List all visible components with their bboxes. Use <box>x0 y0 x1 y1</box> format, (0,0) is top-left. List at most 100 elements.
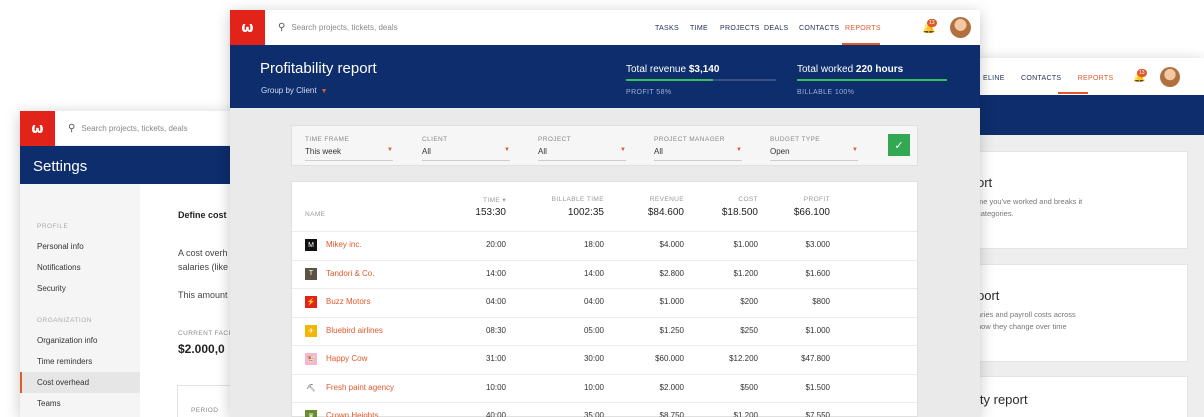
column-header-time[interactable]: TIME ▾ <box>426 196 506 204</box>
row-billable-time: 18:00 <box>583 240 604 249</box>
group-by-dropdown[interactable]: Group by Client ▼ <box>261 86 328 95</box>
row-revenue: $1.250 <box>659 325 684 335</box>
nav-item-contacts[interactable]: CONTACTS <box>799 25 839 32</box>
buzz-logo-icon: ⚡ <box>305 296 317 308</box>
sidebar-item-notifications[interactable]: Notifications <box>20 257 140 278</box>
table-row[interactable]: T Tandori & Co. 14:00 14:00 $2.800 $1.200 $1.6… <box>292 259 917 289</box>
avatar[interactable] <box>1160 67 1180 87</box>
brand-logo-icon[interactable]: ω <box>20 111 55 146</box>
row-cost: $1.200 <box>733 411 758 417</box>
reports-nav: ELINE CONTACTS REPORTS <box>983 75 1127 82</box>
table-row[interactable]: ♛ Crown Heights 40:00 35:00 $8.750 $1.200 $7.5… <box>292 402 917 417</box>
nav-item-reports[interactable]: REPORTS <box>845 25 881 32</box>
report-card-desc: categories. <box>977 209 1014 218</box>
row-time: 10:00 <box>485 382 506 392</box>
filter-value: All <box>538 147 547 156</box>
row-time: 08:30 <box>485 325 506 335</box>
sidebar-item-personal-info[interactable]: Personal info <box>20 236 140 257</box>
description-line: This amount <box>178 290 228 300</box>
row-profit: $1.500 <box>805 382 830 392</box>
revenue-progress-fill <box>626 79 713 81</box>
filter-underline <box>770 160 858 161</box>
row-billable-time: 05:00 <box>583 325 604 335</box>
filter-project[interactable]: PROJECT All ▼ <box>538 126 626 165</box>
report-card[interactable]: ort me you've worked and breaks it categ… <box>966 151 1188 249</box>
table-row[interactable]: ⛏ Fresh paint agency 10:00 10:00 $2.000 $500 $… <box>292 373 917 403</box>
column-header-billable-time[interactable]: BILLABLE TIME <box>524 196 604 203</box>
sidebar-item-cost-overhead[interactable]: Cost overhead <box>20 372 140 393</box>
row-billable-time: 04:00 <box>583 297 604 306</box>
report-card-desc: aries and payroll costs across <box>977 310 1076 319</box>
worked-progress-bar <box>797 79 947 81</box>
report-card-title: ity report <box>977 392 1028 407</box>
caret-down-icon: ▼ <box>387 147 393 153</box>
filter-value: This week <box>305 147 342 156</box>
filter-time-frame[interactable]: TIME FRAME This week ▼ <box>305 126 393 165</box>
column-header-profit[interactable]: PROFIT <box>750 196 830 203</box>
caret-down-icon: ▼ <box>736 147 742 153</box>
nav-item-tasks[interactable]: TASKS <box>655 25 679 32</box>
nav-item-timeline[interactable]: ELINE <box>983 75 1005 82</box>
sidebar-item-time-reminders[interactable]: Time reminders <box>20 351 140 372</box>
avatar[interactable] <box>950 17 971 38</box>
report-card-desc: me you've worked and breaks it <box>977 197 1083 206</box>
row-revenue: $1.000 <box>659 297 684 306</box>
filter-project-manager[interactable]: PROJECT MANAGER All ▼ <box>654 126 742 165</box>
client-name-link[interactable]: Buzz Motors <box>326 297 370 306</box>
report-card[interactable]: port aries and payroll costs across how … <box>966 264 1188 362</box>
apply-filters-button[interactable]: ✓ <box>888 134 910 156</box>
crown-heights-logo-icon: ♛ <box>305 410 317 417</box>
table-row[interactable]: ⚡ Buzz Motors 04:00 04:00 $1.000 $200 $800 <box>292 288 917 317</box>
report-card[interactable]: ity report <box>966 376 1188 417</box>
nav-item-projects[interactable]: PROJECTS <box>720 25 760 32</box>
happy-cow-logo-icon: 🐮 <box>305 353 317 365</box>
table-row[interactable]: 🐮 Happy Cow 31:00 30:00 $60.000 $12.200 $47.80… <box>292 345 917 374</box>
client-name-link[interactable]: Happy Cow <box>326 354 367 363</box>
row-cost: $1.000 <box>733 240 758 249</box>
filter-client[interactable]: CLIENT All ▼ <box>422 126 510 165</box>
sidebar-item-security[interactable]: Security <box>20 278 140 299</box>
nav-item-reports[interactable]: REPORTS <box>1078 75 1114 82</box>
stat-value: 220 hours <box>855 64 904 75</box>
client-name-link[interactable]: Bluebird airlines <box>326 326 383 335</box>
row-billable-time: 14:00 <box>583 268 604 278</box>
table-row[interactable]: M Mikey inc. 20:00 18:00 $4.000 $1.000 $3.000 <box>292 231 917 260</box>
client-name-link[interactable]: Tandori & Co. <box>326 269 374 278</box>
column-header-cost[interactable]: COST <box>678 196 758 203</box>
filter-budget-type[interactable]: BUDGET TYPE Open ▼ <box>770 126 858 165</box>
row-billable-time: 35:00 <box>583 411 604 417</box>
sidebar-section-profile: PROFILE <box>37 223 69 230</box>
fresh-paint-logo-icon: ⛏ <box>305 381 317 394</box>
nav-item-deals[interactable]: DEALS <box>764 25 788 32</box>
sidebar-section-organization: ORGANIZATION <box>37 317 92 324</box>
search-input[interactable]: ⚲ Search projects, tickets, deals <box>68 123 188 134</box>
nav-item-contacts[interactable]: CONTACTS <box>1021 75 1061 82</box>
page-title: Settings <box>33 158 88 175</box>
check-icon: ✓ <box>894 139 904 152</box>
period-label: PERIOD <box>191 407 219 414</box>
client-name-link[interactable]: Mikey inc. <box>326 240 362 249</box>
column-header-revenue[interactable]: REVENUE <box>604 196 684 203</box>
sidebar-item-teams[interactable]: Teams <box>20 393 140 414</box>
total-revenue-stat: Total revenue $3,140 <box>626 64 719 75</box>
current-facility-label: CURRENT FACIL <box>178 330 235 337</box>
row-billable-time: 30:00 <box>583 354 604 363</box>
sidebar-item-organization-info[interactable]: Organization info <box>20 330 140 351</box>
section-heading: Define cost <box>178 210 227 220</box>
row-cost: $200 <box>740 297 758 306</box>
search-input[interactable]: ⚲ Search projects, tickets, deals <box>278 22 398 33</box>
nav-item-time[interactable]: TIME <box>690 25 708 32</box>
group-by-label: Group by Client <box>261 86 317 95</box>
brand-logo-icon[interactable]: ω <box>230 10 265 45</box>
row-cost: $12.200 <box>729 354 758 363</box>
column-header-name: NAME <box>305 211 326 218</box>
client-name-link[interactable]: Crown Heights <box>326 411 378 417</box>
total-cost: $18.500 <box>721 207 758 218</box>
report-card-title: port <box>977 288 1000 303</box>
filter-underline <box>654 160 742 161</box>
client-name-link[interactable]: Fresh paint agency <box>326 383 394 392</box>
row-profit: $1.000 <box>805 325 830 335</box>
table-row[interactable]: ✈ Bluebird airlines 08:30 05:00 $1.250 $250 $1… <box>292 316 917 346</box>
stat-label: Total worked <box>797 64 854 75</box>
filter-value: All <box>654 147 663 156</box>
